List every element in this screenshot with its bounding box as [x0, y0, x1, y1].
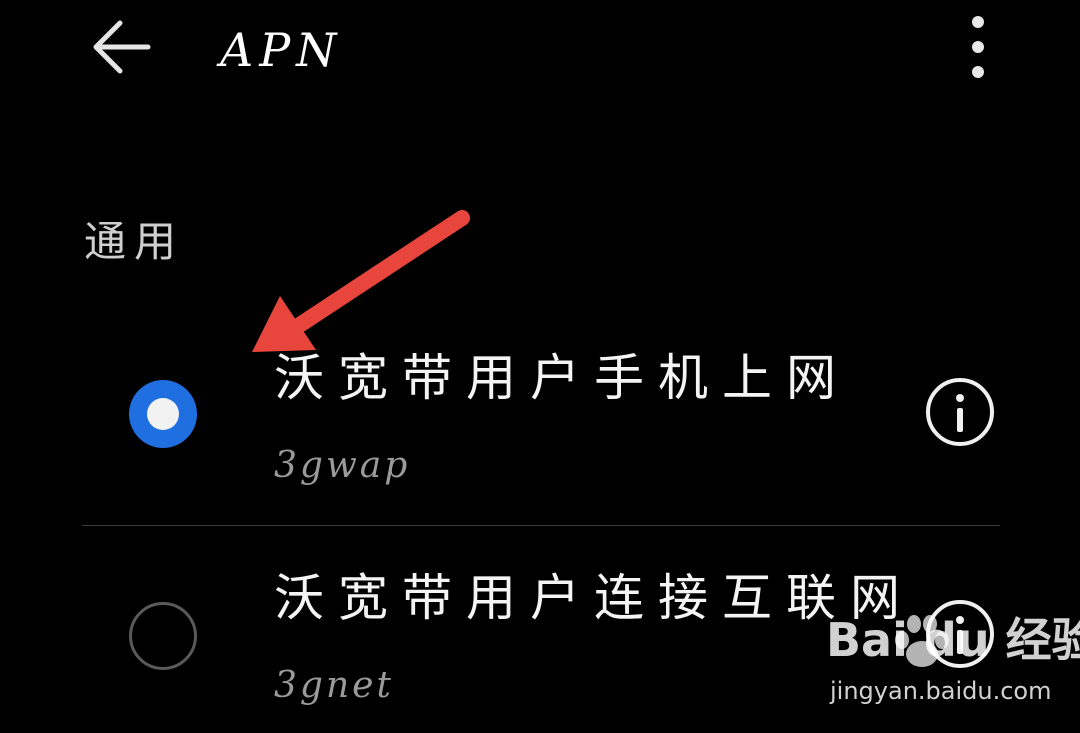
- apn-list-item[interactable]: 沃宽带用户手机上网 3gwap: [0, 330, 1080, 526]
- radio-button-selected[interactable]: [129, 380, 197, 448]
- more-vertical-icon-dot: [972, 41, 984, 53]
- paw-icon: [895, 615, 949, 667]
- apn-value: 3gwap: [274, 445, 411, 486]
- divider: [82, 525, 1000, 526]
- watermark: Bai du 经验 jingyan.baidu.com: [826, 612, 1080, 712]
- more-vertical-icon-dot: [972, 66, 984, 78]
- more-options-button[interactable]: [958, 10, 998, 84]
- watermark-url: jingyan.baidu.com: [830, 677, 1052, 705]
- section-header: 通用: [84, 217, 185, 266]
- radio-button-unselected[interactable]: [129, 602, 197, 670]
- more-vertical-icon: [972, 16, 984, 28]
- arrow-left-icon: [93, 20, 151, 74]
- page-title: APN: [220, 23, 343, 77]
- red-arrow-icon: [252, 210, 470, 352]
- apn-value: 3gnet: [274, 665, 394, 706]
- info-button[interactable]: [926, 378, 994, 446]
- radio-dot: [147, 398, 179, 430]
- apn-name: 沃宽带用户连接互联网: [274, 569, 914, 627]
- back-button[interactable]: [84, 12, 160, 82]
